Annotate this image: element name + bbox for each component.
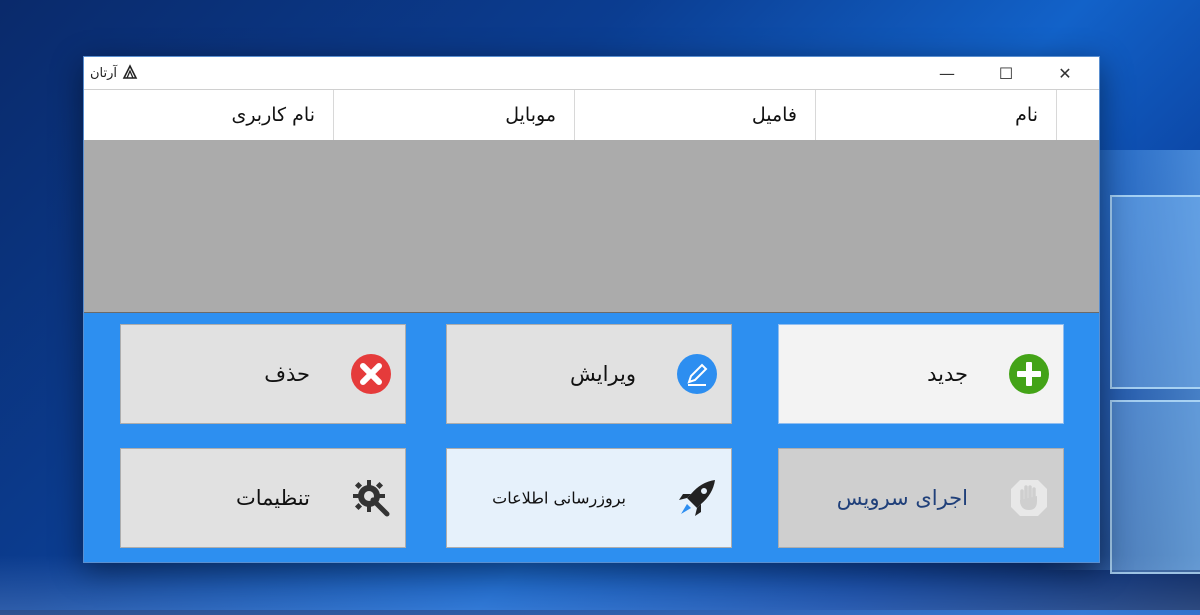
title-bar: آرتان — ☐ ✕ [84, 57, 1099, 90]
x-circle-icon [349, 352, 393, 396]
grid-corner-cell [1056, 90, 1099, 140]
grid-body-empty[interactable] [84, 140, 1099, 312]
maximize-button[interactable]: ☐ [983, 57, 1029, 89]
run-service-button[interactable]: اجرای سرویس [778, 448, 1064, 548]
settings-button-label: تنظیمات [235, 486, 310, 510]
close-button[interactable]: ✕ [1042, 57, 1088, 89]
data-grid[interactable]: نام فامیل موبایل نام کاربری [84, 90, 1099, 313]
column-header-first-name[interactable]: نام [815, 90, 1056, 140]
minimize-button[interactable]: — [924, 57, 970, 89]
desktop-beam [0, 555, 1200, 615]
update-info-button-label: بروزرسانی اطلاعات [492, 488, 626, 508]
edit-button[interactable]: ویرایش [446, 324, 732, 424]
new-button-label: جدید [927, 362, 968, 386]
pencil-circle-icon [675, 352, 719, 396]
grid-header: نام فامیل موبایل نام کاربری [84, 90, 1099, 140]
settings-button[interactable]: تنظیمات [120, 448, 406, 548]
rocket-icon [675, 476, 719, 520]
app-logo-icon [122, 64, 138, 83]
run-service-button-label: اجرای سرویس [836, 486, 968, 510]
window-title: آرتان [90, 66, 118, 81]
new-button[interactable]: جدید [778, 324, 1064, 424]
gear-wrench-icon [349, 476, 393, 520]
app-window: آرتان — ☐ ✕ نام فامیل موبایل نام کاربری [83, 56, 1100, 563]
desktop-window-pane [1110, 400, 1200, 574]
update-info-button[interactable]: بروزرسانی اطلاعات [446, 448, 732, 548]
delete-button-label: حذف [264, 362, 310, 386]
delete-button[interactable]: حذف [120, 324, 406, 424]
edit-button-label: ویرایش [569, 362, 636, 386]
column-header-username[interactable]: نام کاربری [92, 90, 333, 140]
plus-circle-icon [1007, 352, 1051, 396]
hand-stop-icon [1007, 476, 1051, 520]
column-header-last-name[interactable]: فامیل [574, 90, 815, 140]
column-header-mobile[interactable]: موبایل [333, 90, 574, 140]
desktop-window-pane [1110, 195, 1200, 389]
